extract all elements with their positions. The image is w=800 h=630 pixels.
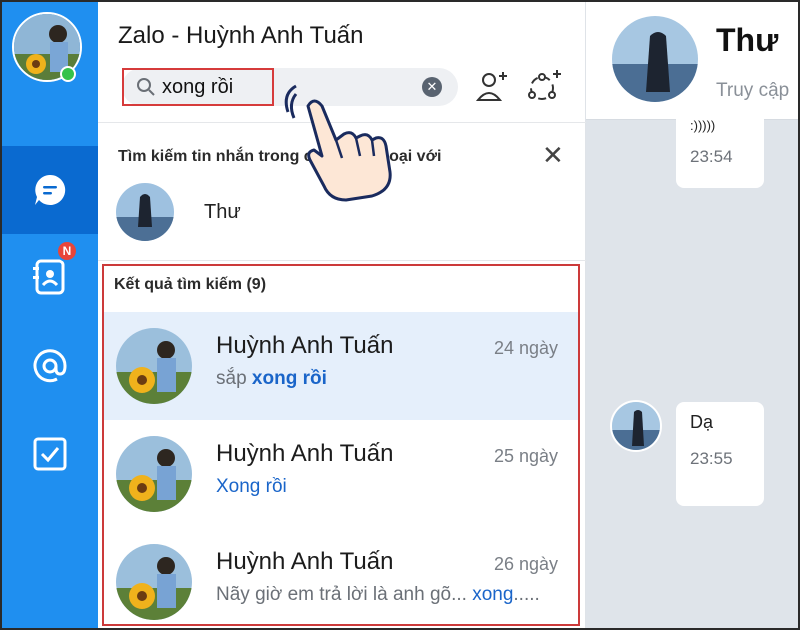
add-group-icon	[528, 70, 561, 100]
add-friend-button[interactable]	[472, 66, 512, 106]
search-box[interactable]: ✕	[122, 68, 458, 106]
close-scope-button[interactable]: ✕	[542, 142, 564, 168]
result-snippet: Nãy giờ em trả lời là anh gõ... xong....…	[216, 584, 540, 606]
results-header: Kết quả tìm kiếm (9)	[114, 276, 267, 293]
result-row[interactable]: Huỳnh Anh Tuấn 26 ngày Nãy giờ em trả lờ…	[104, 528, 578, 628]
result-time: 25 ngày	[493, 446, 558, 466]
chat-panel: Thư Truy cập :))))) 23:54 Dạ 23:55	[586, 2, 798, 628]
section-divider	[98, 260, 586, 261]
contacts-icon	[33, 259, 65, 295]
chat-icon	[35, 174, 66, 205]
search-scope-header: Tìm kiếm tin nhắn trong cuộc hội thoại v…	[118, 148, 442, 165]
snippet-match: xong	[472, 584, 514, 605]
snippet-text: Nãy giờ em trả lời là anh gõ...	[216, 584, 473, 605]
nav-tasks[interactable]	[2, 410, 98, 498]
conversation-panel: Zalo - Huỳnh Anh Tuấn ✕	[98, 2, 586, 628]
chat-avatar[interactable]	[610, 14, 700, 104]
close-icon: ✕	[426, 79, 438, 94]
notification-badge: N	[56, 240, 78, 262]
online-status-dot	[60, 66, 76, 82]
app-title: Zalo - Huỳnh Anh Tuấn	[118, 22, 364, 49]
at-sign-icon	[33, 349, 67, 383]
message-text: Dạ	[690, 412, 714, 432]
result-row[interactable]: Huỳnh Anh Tuấn 24 ngày sắp xong rồi	[104, 312, 578, 420]
result-snippet: sắp xong rồi	[216, 368, 327, 390]
header-divider	[98, 122, 586, 123]
nav-messages[interactable]	[2, 146, 98, 234]
message-time: 23:54	[690, 147, 733, 166]
result-name: Huỳnh Anh Tuấn	[216, 548, 394, 575]
left-nav-rail: N	[2, 2, 98, 628]
contact-avatar	[116, 183, 174, 241]
scoped-contact[interactable]: Thư	[116, 182, 556, 242]
close-icon: ✕	[542, 140, 564, 170]
nav-contacts[interactable]: N	[2, 232, 98, 320]
result-time: 24 ngày	[493, 338, 558, 358]
clear-search-button[interactable]: ✕	[422, 77, 442, 97]
zalo-window: N Zalo - Huỳnh Anh Tuấn ✕	[0, 0, 800, 630]
result-avatar	[116, 328, 192, 404]
nav-mentions[interactable]	[2, 322, 98, 410]
message-time: 23:55	[690, 449, 733, 468]
message-text: :)))))	[690, 118, 716, 133]
snippet-match: xong rồi	[251, 368, 327, 389]
add-user-icon	[475, 72, 507, 101]
contact-name: Thư	[204, 200, 241, 223]
search-input[interactable]	[162, 72, 392, 102]
sender-avatar	[610, 400, 662, 452]
snippet-suffix: .....	[513, 584, 540, 605]
result-avatar	[116, 544, 192, 620]
chat-header: Thư Truy cập	[586, 2, 798, 120]
search-icon	[137, 78, 155, 96]
message-bubble[interactable]: Dạ 23:55	[676, 402, 764, 506]
checkbox-icon	[33, 437, 67, 471]
create-group-button[interactable]	[524, 66, 564, 106]
result-snippet: Xong rồi	[216, 476, 287, 498]
result-name: Huỳnh Anh Tuấn	[216, 332, 394, 359]
result-avatar	[116, 436, 192, 512]
result-time: 26 ngày	[493, 554, 558, 574]
result-name: Huỳnh Anh Tuấn	[216, 440, 394, 467]
snippet-match: Xong rồi	[216, 476, 287, 497]
result-row[interactable]: Huỳnh Anh Tuấn 25 ngày Xong rồi	[104, 420, 578, 528]
chat-title: Thư	[716, 22, 779, 58]
message-bubble[interactable]: :))))) 23:54	[676, 108, 764, 188]
chat-status: Truy cập	[716, 80, 790, 101]
snippet-text: sắp	[216, 368, 252, 389]
